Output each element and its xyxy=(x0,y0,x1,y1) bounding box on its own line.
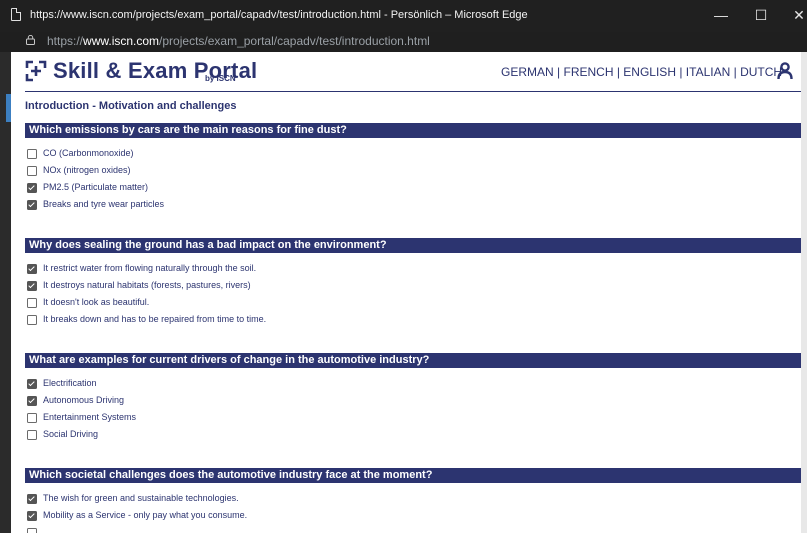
answer-option[interactable] xyxy=(25,526,801,533)
window-title: https://www.iscn.com/projects/exam_porta… xyxy=(30,9,528,21)
lang-separator: | xyxy=(557,65,561,79)
answer-label[interactable]: Autonomous Driving xyxy=(43,395,124,405)
checkbox-icon[interactable] xyxy=(27,413,37,423)
question-block: What are examples for current drivers of… xyxy=(25,353,801,445)
question-heading: What are examples for current drivers of… xyxy=(25,353,801,368)
url-text[interactable]: https://www.iscn.com/projects/exam_porta… xyxy=(47,34,430,48)
answer-option[interactable]: The wish for green and sustainable techn… xyxy=(25,492,801,509)
lang-separator: | xyxy=(733,65,737,79)
lang-separator: | xyxy=(679,65,683,79)
answer-option[interactable]: Social Driving xyxy=(25,428,801,445)
checkbox-icon[interactable] xyxy=(27,166,37,176)
answer-label[interactable]: Social Driving xyxy=(43,429,98,439)
page-title: Introduction - Motivation and challenges xyxy=(25,100,237,112)
answer-option[interactable]: CO (Carbonmonoxide) xyxy=(25,147,801,164)
checkbox-icon[interactable] xyxy=(27,149,37,159)
answer-option[interactable]: Mobility as a Service - only pay what yo… xyxy=(25,509,801,526)
user-icon[interactable] xyxy=(777,62,793,80)
close-button[interactable]: ✕ xyxy=(779,0,807,32)
answer-option[interactable]: Breaks and tyre wear particles xyxy=(25,198,801,215)
answer-label[interactable]: It destroys natural habitats (forests, p… xyxy=(43,280,251,290)
checkbox-icon[interactable] xyxy=(27,430,37,440)
answer-label[interactable]: Breaks and tyre wear particles xyxy=(43,199,164,209)
scrollbar-track[interactable] xyxy=(801,52,807,533)
address-bar[interactable]: https://www.iscn.com/projects/exam_porta… xyxy=(0,32,807,52)
logo-by-line: by ISCN xyxy=(205,74,236,83)
iscn-logo-icon xyxy=(25,60,47,82)
left-background-strip xyxy=(0,52,11,533)
answer-option[interactable]: PM2.5 (Particulate matter) xyxy=(25,181,801,198)
language-switcher: GERMAN | FRENCH | ENGLISH | ITALIAN | DU… xyxy=(501,65,782,79)
answer-option[interactable]: It breaks down and has to be repaired fr… xyxy=(25,313,801,330)
page-icon xyxy=(11,8,21,21)
answer-label[interactable]: The wish for green and sustainable techn… xyxy=(43,493,239,503)
checkbox-icon[interactable] xyxy=(27,511,37,521)
url-prefix: https:// xyxy=(47,34,84,48)
answer-option[interactable]: It doesn't look as beautiful. xyxy=(25,296,801,313)
url-path: /projects/exam_portal/capadv/test/introd… xyxy=(159,34,430,48)
answer-label[interactable]: CO (Carbonmonoxide) xyxy=(43,148,134,158)
lock-icon xyxy=(26,35,35,45)
answer-option[interactable]: Autonomous Driving xyxy=(25,394,801,411)
question-heading: Why does sealing the ground has a bad im… xyxy=(25,238,801,253)
answer-label[interactable]: PM2.5 (Particulate matter) xyxy=(43,182,148,192)
minimize-button[interactable]: — xyxy=(701,0,741,32)
lang-separator: | xyxy=(616,65,620,79)
header-divider xyxy=(25,91,801,92)
checkbox-icon[interactable] xyxy=(27,315,37,325)
answer-option[interactable]: It restrict water from flowing naturally… xyxy=(25,262,801,279)
maximize-button[interactable]: ☐ xyxy=(741,0,781,32)
checkbox-icon[interactable] xyxy=(27,200,37,210)
answer-label[interactable]: Entertainment Systems xyxy=(43,412,136,422)
answer-label[interactable]: It restrict water from flowing naturally… xyxy=(43,263,256,273)
page-content: Skill & Exam Portal by ISCN GERMAN | FRE… xyxy=(11,52,801,533)
url-domain: www.iscn.com xyxy=(83,34,160,48)
answer-label[interactable]: Electrification xyxy=(43,378,97,388)
lang-dutch[interactable]: DUTCH xyxy=(740,65,782,79)
answer-option[interactable]: Entertainment Systems xyxy=(25,411,801,428)
checkbox-icon[interactable] xyxy=(27,298,37,308)
checkbox-icon[interactable] xyxy=(27,183,37,193)
checkbox-icon[interactable] xyxy=(27,281,37,291)
answer-option[interactable]: Electrification xyxy=(25,377,801,394)
question-heading: Which societal challenges does the autom… xyxy=(25,468,801,483)
checkbox-icon[interactable] xyxy=(27,494,37,504)
question-block: Which societal challenges does the autom… xyxy=(25,468,801,533)
lang-french[interactable]: FRENCH xyxy=(563,65,613,79)
checkbox-icon[interactable] xyxy=(27,396,37,406)
question-heading: Which emissions by cars are the main rea… xyxy=(25,123,801,138)
lang-german[interactable]: GERMAN xyxy=(501,65,554,79)
checkbox-icon[interactable] xyxy=(27,379,37,389)
lang-english[interactable]: ENGLISH xyxy=(623,65,676,79)
lang-italian[interactable]: ITALIAN xyxy=(686,65,730,79)
answer-option[interactable]: It destroys natural habitats (forests, p… xyxy=(25,279,801,296)
answer-label[interactable]: It doesn't look as beautiful. xyxy=(43,297,149,307)
question-block: Why does sealing the ground has a bad im… xyxy=(25,238,801,330)
answer-label[interactable]: It breaks down and has to be repaired fr… xyxy=(43,314,266,324)
answer-label[interactable]: NOx (nitrogen oxides) xyxy=(43,165,131,175)
browser-title-bar: https://www.iscn.com/projects/exam_porta… xyxy=(0,0,807,32)
question-block: Which emissions by cars are the main rea… xyxy=(25,123,801,215)
checkbox-icon[interactable] xyxy=(27,528,37,533)
answer-label[interactable]: Mobility as a Service - only pay what yo… xyxy=(43,510,247,520)
answer-option[interactable]: NOx (nitrogen oxides) xyxy=(25,164,801,181)
checkbox-icon[interactable] xyxy=(27,264,37,274)
